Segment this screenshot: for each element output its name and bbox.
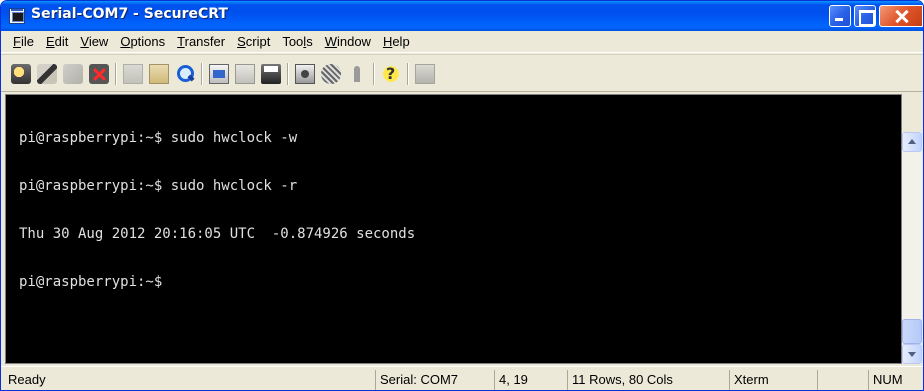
- menu-label: ile: [20, 33, 34, 49]
- menu-accel: E: [45, 33, 55, 49]
- menu-accel: F: [13, 33, 21, 49]
- status-cursor-position: 4, 19: [494, 370, 562, 390]
- status-num-lock: NUM: [868, 370, 904, 390]
- connect-icon[interactable]: [11, 64, 31, 84]
- status-emulation: Xterm: [729, 370, 812, 390]
- status-ready: Ready: [8, 372, 46, 387]
- keymap-icon[interactable]: [347, 64, 367, 84]
- status-bar: Ready Serial: COM7 4, 19 11 Rows, 80 Col…: [1, 366, 923, 390]
- terminal-screen[interactable]: pi@raspberrypi:~$ sudo hwclock -w pi@ras…: [5, 94, 902, 364]
- securecrt-app-icon[interactable]: [9, 8, 25, 24]
- scroll-up-button[interactable]: [902, 132, 922, 152]
- menu-bar: File Edit View Options Transfer Script T…: [1, 31, 923, 53]
- menu-script[interactable]: Script: [231, 32, 276, 52]
- menu-label: Too: [282, 33, 304, 49]
- menu-help[interactable]: Help: [377, 32, 416, 52]
- menu-label: ransfer: [184, 33, 226, 49]
- title-bar[interactable]: Serial-COM7 - SecureCRT: [1, 1, 923, 31]
- quick-connect-icon[interactable]: [37, 64, 57, 84]
- toolbar-separator: [287, 63, 289, 85]
- scroll-down-button[interactable]: [902, 344, 922, 364]
- terminal-line: pi@raspberrypi:~$: [19, 274, 163, 290]
- keymap-editor-icon[interactable]: [415, 64, 435, 84]
- menu-label: ptions: [130, 33, 166, 49]
- menu-label: s: [306, 33, 313, 49]
- menu-label: cript: [245, 33, 271, 49]
- toolbar-separator: [201, 63, 203, 85]
- options-icon[interactable]: [295, 64, 315, 84]
- menu-label: indow: [336, 33, 371, 49]
- terminal-line: Thu 30 Aug 2012 20:16:05 UTC -0.874926 s…: [19, 226, 416, 242]
- vertical-scrollbar[interactable]: [902, 132, 922, 364]
- toolbar-separator: [115, 63, 117, 85]
- global-options-icon[interactable]: [321, 64, 341, 84]
- print-icon[interactable]: [261, 64, 281, 84]
- help-icon[interactable]: [381, 64, 401, 84]
- disconnect-icon[interactable]: [89, 64, 109, 84]
- maximize-button[interactable]: [854, 5, 876, 27]
- copy-icon[interactable]: [123, 64, 143, 84]
- status-connection: Serial: COM7: [375, 370, 489, 390]
- menu-label: elp: [392, 33, 410, 49]
- status-empty: [817, 370, 865, 390]
- menu-accel: O: [120, 33, 131, 49]
- menu-tools[interactable]: Tools: [276, 32, 318, 52]
- paste-icon[interactable]: [149, 64, 169, 84]
- toolbar: [1, 54, 923, 92]
- find-icon[interactable]: [175, 64, 195, 84]
- status-terminal-size: 11 Rows, 80 Cols: [567, 370, 724, 390]
- menu-view[interactable]: View: [74, 32, 114, 52]
- menu-label: iew: [88, 33, 109, 49]
- menu-accel: W: [324, 33, 337, 49]
- securecrt-window: Serial-COM7 - SecureCRT File Edit View O…: [0, 0, 924, 391]
- reconnect-icon[interactable]: [63, 64, 83, 84]
- window-title: Serial-COM7 - SecureCRT: [31, 6, 228, 22]
- menu-transfer[interactable]: Transfer: [171, 32, 231, 52]
- terminal-line: pi@raspberrypi:~$ sudo hwclock -w: [19, 130, 298, 146]
- menu-options[interactable]: Options: [114, 32, 171, 52]
- toolbar-separator: [407, 63, 409, 85]
- menu-accel: H: [382, 33, 393, 49]
- close-button[interactable]: [879, 5, 923, 27]
- menu-accel: S: [237, 33, 246, 49]
- menu-window[interactable]: Window: [319, 32, 377, 52]
- minimize-button[interactable]: [829, 5, 851, 27]
- menu-file[interactable]: File: [7, 32, 40, 52]
- session-options-icon[interactable]: [209, 64, 229, 84]
- terminal-line: pi@raspberrypi:~$ sudo hwclock -r: [19, 178, 298, 194]
- menu-edit[interactable]: Edit: [40, 32, 74, 52]
- scroll-thumb[interactable]: [902, 319, 922, 344]
- menu-accel: V: [80, 33, 89, 49]
- menu-accel: T: [177, 33, 185, 49]
- toolbar-separator: [373, 63, 375, 85]
- session-manager-icon[interactable]: [235, 64, 255, 84]
- menu-label: dit: [54, 33, 69, 49]
